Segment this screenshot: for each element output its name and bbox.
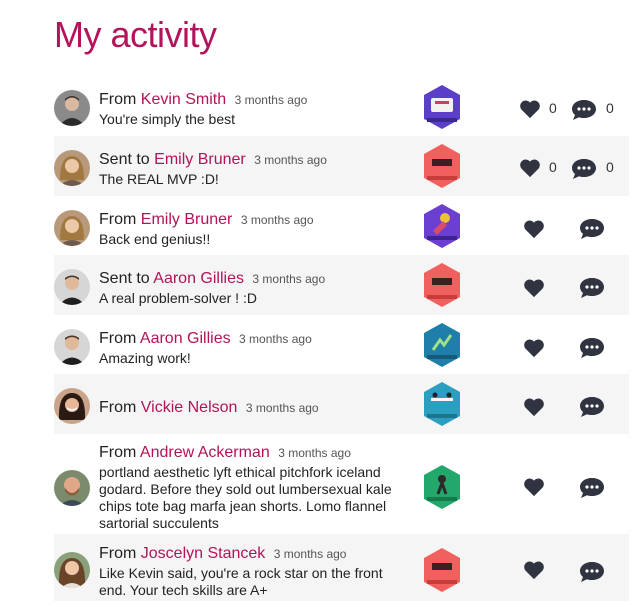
mvp-badge-icon[interactable]	[423, 547, 461, 593]
like-heart-icon[interactable]	[519, 99, 541, 119]
comment-bubble-icon[interactable]	[571, 158, 597, 180]
over-achiever-badge-icon[interactable]	[423, 322, 461, 368]
person-link[interactable]: Joscelyn Stancek	[141, 545, 266, 562]
like-count: 0	[549, 159, 557, 175]
like-heart-icon[interactable]	[523, 278, 545, 298]
person-link[interactable]: Emily Bruner	[141, 211, 233, 228]
avatar[interactable]	[54, 329, 90, 365]
mvp-badge-icon[interactable]	[423, 143, 461, 189]
activity-row: From Joscelyn Stancek 3 months ago Like …	[54, 534, 629, 601]
comment-bubble-icon[interactable]	[579, 561, 605, 583]
person-link[interactable]: Kevin Smith	[141, 91, 226, 108]
comment-bubble-icon[interactable]	[579, 218, 605, 240]
activity-row: Sent to Aaron Gillies 3 months ago A rea…	[54, 255, 629, 315]
avatar[interactable]	[54, 470, 90, 506]
avatar[interactable]	[54, 150, 90, 186]
activity-row: From Emily Bruner 3 months ago Back end …	[54, 196, 629, 255]
avatar[interactable]	[54, 388, 90, 424]
comment-count: 0	[606, 159, 614, 175]
like-heart-icon[interactable]	[523, 338, 545, 358]
activity-row: Sent to Emily Bruner 3 months ago The RE…	[54, 136, 629, 196]
activity-row: From Andrew Ackerman 3 months ago portla…	[54, 434, 629, 534]
like-count: 0	[549, 100, 557, 116]
comment-bubble-icon[interactable]	[579, 396, 605, 418]
activity-time: 3 months ago	[273, 547, 347, 561]
problem-solver-badge-icon[interactable]	[423, 203, 461, 249]
comment-bubble-icon[interactable]	[579, 277, 605, 299]
person-link[interactable]: Emily Bruner	[154, 151, 246, 168]
activity-message: Like Kevin said, you're a rock star on t…	[99, 565, 383, 598]
comment-bubble-icon[interactable]	[579, 477, 605, 499]
activity-direction: From	[99, 545, 137, 562]
activity-direction: Sent to	[99, 270, 150, 287]
activity-message: You're simply the best	[99, 111, 236, 127]
activity-direction: From	[99, 330, 137, 347]
like-heart-icon[interactable]	[523, 397, 545, 417]
activity-message: A real problem-solver ! :D	[99, 290, 257, 306]
person-link[interactable]: Aaron Gillies	[140, 330, 231, 347]
person-link[interactable]: Aaron Gillies	[153, 270, 244, 287]
person-link[interactable]: Andrew Ackerman	[140, 444, 270, 461]
activity-direction: From	[99, 91, 137, 108]
avatar[interactable]	[54, 269, 90, 305]
activity-time: 3 months ago	[245, 401, 319, 415]
activity-row: From Aaron Gillies 3 months ago Amazing …	[54, 315, 629, 374]
activity-time: 3 months ago	[239, 332, 312, 346]
like-heart-icon[interactable]	[523, 219, 545, 239]
activity-direction: From	[99, 444, 137, 461]
activity-direction: From	[99, 399, 137, 416]
activity-time: 3 months ago	[252, 272, 326, 286]
activity-message: The REAL MVP :D!	[99, 171, 219, 187]
activity-direction: Sent to	[99, 151, 150, 168]
activity-time: 3 months ago	[240, 213, 314, 227]
activity-message: Back end genius!!	[99, 231, 211, 247]
comment-bubble-icon[interactable]	[579, 337, 605, 359]
mvp-badge-icon[interactable]	[423, 262, 461, 308]
page-title: My activity	[54, 14, 217, 55]
activity-time: 3 months ago	[278, 446, 351, 460]
activity-message: portland aesthetic lyft ethical pitchfor…	[99, 464, 392, 531]
activity-message: Amazing work!	[99, 350, 191, 366]
like-heart-icon[interactable]	[523, 477, 545, 497]
activity-direction: From	[99, 211, 137, 228]
activity-time: 3 months ago	[254, 153, 327, 167]
super-recognizer-badge-icon[interactable]	[423, 84, 461, 130]
activity-row: From Kevin Smith 3 months ago You're sim…	[54, 77, 629, 136]
activity-time: 3 months ago	[234, 93, 308, 107]
like-heart-icon[interactable]	[523, 560, 545, 580]
avatar[interactable]	[54, 210, 90, 246]
helping-hand-badge-icon[interactable]	[423, 381, 461, 427]
avatar[interactable]	[54, 90, 90, 126]
comment-bubble-icon[interactable]	[571, 99, 597, 121]
person-link[interactable]: Vickie Nelson	[141, 399, 238, 416]
get-moving-badge-icon[interactable]	[423, 464, 461, 510]
like-heart-icon[interactable]	[519, 158, 541, 178]
avatar[interactable]	[54, 552, 90, 588]
comment-count: 0	[606, 100, 614, 116]
activity-row: From Vickie Nelson 3 months ago	[54, 374, 629, 434]
